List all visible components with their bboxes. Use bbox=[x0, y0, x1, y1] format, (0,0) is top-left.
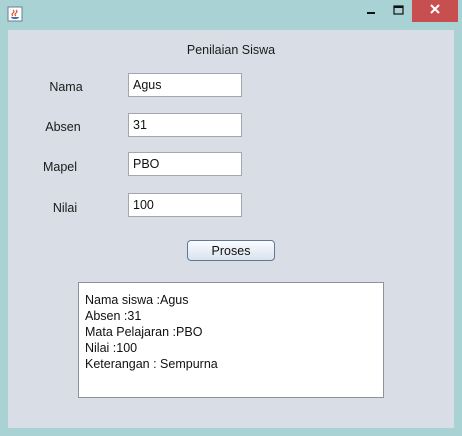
mapel-field[interactable] bbox=[128, 152, 242, 176]
result-textarea[interactable]: Nama siswa :Agus Absen :31 Mata Pelajara… bbox=[78, 282, 384, 398]
proses-button[interactable]: Proses bbox=[187, 240, 275, 261]
close-button[interactable] bbox=[412, 0, 458, 22]
result-line-absen: Absen :31 bbox=[85, 309, 142, 323]
nilai-label: Nilai bbox=[52, 201, 78, 215]
result-line-nilai: Nilai :100 bbox=[85, 341, 138, 355]
absen-label: Absen bbox=[45, 120, 81, 134]
nama-field[interactable] bbox=[128, 73, 242, 97]
form-title: Penilaian Siswa bbox=[186, 43, 276, 57]
title-bar bbox=[0, 0, 462, 28]
result-line-keterangan: Keterangan : Sempurna bbox=[85, 357, 218, 371]
java-icon[interactable] bbox=[7, 6, 23, 22]
nilai-field[interactable] bbox=[128, 193, 242, 217]
mapel-label: Mapel bbox=[42, 160, 78, 174]
result-line-nama: Nama siswa :Agus bbox=[85, 293, 189, 307]
maximize-button[interactable] bbox=[385, 0, 411, 22]
close-icon bbox=[429, 2, 441, 20]
nama-label: Nama bbox=[49, 80, 83, 94]
absen-field[interactable] bbox=[128, 113, 242, 137]
maximize-icon bbox=[392, 2, 404, 20]
form-panel: Penilaian Siswa Nama Absen Mapel Nilai P… bbox=[8, 30, 454, 428]
minimize-button[interactable] bbox=[358, 0, 384, 22]
result-line-mapel: Mata Pelajaran :PBO bbox=[85, 325, 203, 339]
minimize-icon bbox=[366, 2, 376, 20]
